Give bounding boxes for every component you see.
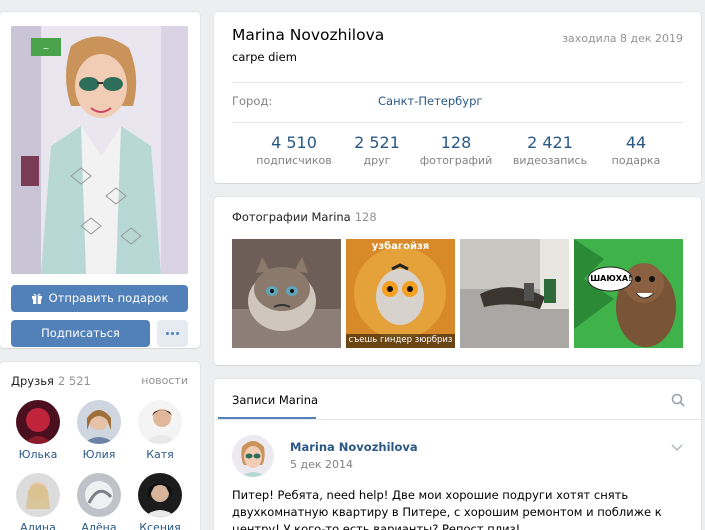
gift-icon [31, 287, 43, 314]
friend-name: Алёна [81, 521, 117, 530]
friend-item[interactable]: Юлия [69, 400, 129, 461]
friends-news-link[interactable]: новости [141, 374, 188, 387]
photo-thumbnail[interactable]: ШАЮХА! [574, 239, 683, 348]
counter-followers[interactable]: 4 510 подписчиков [254, 133, 334, 167]
meme-bottom-caption: съешь гиндер зюрбриз [348, 335, 453, 345]
photos-header[interactable]: Фотографии Marina 128 [232, 210, 377, 224]
counter-value: 2 421 [527, 133, 573, 152]
friend-item[interactable]: Алёна [69, 473, 129, 530]
counter-label: подарка [611, 154, 661, 167]
bear-speech-text: ШАЮХА! [590, 274, 632, 283]
more-dots-icon [165, 320, 180, 347]
friend-item[interactable]: Юлька [8, 400, 68, 461]
divider [214, 419, 701, 420]
friend-name: Катя [146, 448, 174, 461]
counter-gifts[interactable]: 44 подарка [606, 133, 666, 167]
photo-thumbnail[interactable] [232, 239, 341, 348]
divider [232, 122, 683, 123]
counter-label: подписчиков [256, 154, 332, 167]
profile-name: Marina Novozhilova [232, 26, 385, 44]
photo-thumbnail[interactable]: узбагойзя съешь гиндер зюрбриз [346, 239, 455, 348]
meme-top-caption: узбагойзя [371, 241, 430, 252]
counter-label: фотографий [419, 154, 493, 167]
avatar [138, 473, 182, 517]
friends-block: Друзья 2 521 новости Юлька Юлия Катя Алин… [0, 362, 200, 530]
counter-value: 4 510 [271, 133, 317, 152]
photos-block: Фотографии Marina 128 узбагойзя съешь гин… [214, 197, 701, 365]
friend-name: Юлия [82, 448, 116, 461]
city-link[interactable]: Санкт-Петербург [378, 94, 482, 108]
counter-videos[interactable]: 2 421 видеозапись [510, 133, 590, 167]
post-date[interactable]: 5 дек 2014 [290, 458, 353, 471]
subscribe-button[interactable]: Подписаться [11, 320, 150, 347]
photos-count: 128 [354, 210, 377, 224]
friend-item[interactable]: Катя [130, 400, 190, 461]
profile-info-card: Marina Novozhilova carpe diem заходила 8… [214, 12, 701, 183]
search-icon[interactable] [671, 393, 685, 410]
posts-block: Записи Marina Marina Novozhilova 5 дек 2… [214, 379, 701, 530]
friend-name: Юлька [18, 448, 58, 461]
profile-status: carpe diem [232, 50, 297, 64]
photo-thumbnail[interactable] [460, 239, 569, 348]
friend-item[interactable]: Ксения [130, 473, 190, 530]
counter-friends[interactable]: 2 521 друг [347, 133, 407, 167]
send-gift-button[interactable]: Отправить подарок [11, 285, 188, 312]
friend-item[interactable]: Алина [8, 473, 68, 530]
chevron-down-icon[interactable] [671, 441, 683, 455]
counter-value: 128 [440, 133, 472, 152]
post-text: Питер! Ребята, need help! Две мои хороши… [232, 488, 662, 530]
city-label: Город: [232, 94, 273, 108]
last-seen-text: заходила 8 дек 2019 [562, 32, 683, 45]
divider [232, 82, 683, 83]
avatar [77, 400, 121, 444]
friends-title: Друзья [11, 374, 54, 388]
profile-avatar-card: ~ Отправить подарок Подписаться [0, 12, 200, 348]
avatar [77, 473, 121, 517]
more-actions-button[interactable] [157, 320, 188, 347]
photos-title: Фотографии Marina [232, 210, 351, 224]
counter-value: 44 [625, 133, 647, 152]
friend-name: Алина [20, 521, 56, 530]
profile-avatar-photo[interactable]: ~ [11, 26, 188, 274]
friends-count: 2 521 [57, 374, 91, 388]
counter-value: 2 521 [354, 133, 400, 152]
avatar [16, 473, 60, 517]
friends-header[interactable]: Друзья 2 521 [11, 374, 91, 388]
send-gift-label: Отправить подарок [48, 291, 169, 305]
post-author-name[interactable]: Marina Novozhilova [290, 440, 418, 454]
post-author-avatar[interactable] [232, 435, 274, 477]
friend-name: Ксения [139, 521, 181, 530]
counter-label: видеозапись [512, 154, 588, 167]
counter-label: друг [363, 154, 391, 167]
avatar [16, 400, 60, 444]
avatar [138, 400, 182, 444]
tab-posts[interactable]: Записи Marina [232, 393, 318, 407]
svg-text:~: ~ [43, 44, 50, 53]
counter-photos[interactable]: 128 фотографий [419, 133, 493, 167]
